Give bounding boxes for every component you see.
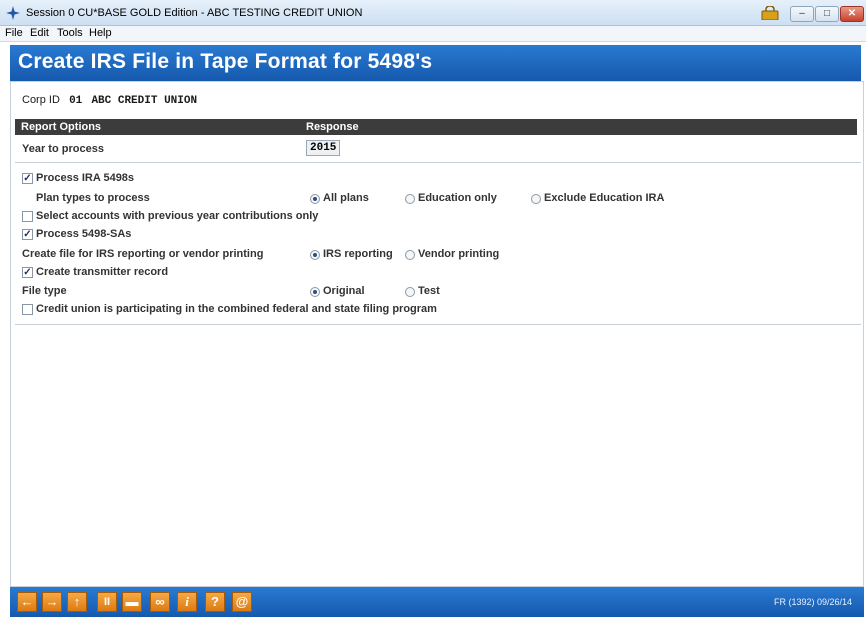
page-header: Create IRS File in Tape Format for 5498'…	[10, 45, 861, 81]
at-icon[interactable]: @	[232, 592, 252, 612]
pause-icon[interactable]: II	[97, 592, 117, 612]
page-title: Create IRS File in Tape Format for 5498'…	[18, 50, 433, 73]
menu-tools[interactable]: Tools	[57, 27, 83, 39]
plan-education-label: Education only	[418, 192, 497, 204]
process-ira-checkbox[interactable]: ✓	[22, 173, 33, 184]
process-ira-label: Process IRA 5498s	[36, 172, 135, 184]
up-icon[interactable]: ↑	[67, 592, 87, 612]
combined-filing-label: Credit union is participating in the com…	[36, 303, 437, 315]
divider	[15, 162, 861, 163]
response-header: Response	[306, 121, 359, 133]
plan-exclude-radio[interactable]	[531, 194, 541, 204]
original-label: Original	[323, 285, 365, 297]
corp-info: Corp ID 01 ABC CREDIT UNION	[22, 94, 197, 107]
minimize-button[interactable]: –	[790, 6, 814, 22]
process-sa-label: Process 5498-SAs	[36, 228, 132, 240]
plan-types-label: Plan types to process	[36, 192, 150, 204]
content-frame	[10, 81, 864, 587]
info-icon[interactable]: i	[177, 592, 197, 612]
screen-code: FR (1392) 09/26/14	[773, 597, 852, 607]
test-label: Test	[418, 285, 440, 297]
process-sa-checkbox[interactable]: ✓	[22, 229, 33, 240]
prev-year-checkbox[interactable]	[22, 211, 33, 222]
lock-icon[interactable]	[760, 6, 780, 20]
window-title: Session 0 CU*BASE GOLD Edition - ABC TES…	[26, 7, 363, 19]
transmitter-checkbox[interactable]: ✓	[22, 267, 33, 278]
maximize-button[interactable]: □	[815, 6, 839, 22]
transmitter-label: Create transmitter record	[36, 266, 169, 278]
vendor-printing-label: Vendor printing	[418, 248, 500, 260]
plan-all-radio[interactable]	[310, 194, 320, 204]
menu-file[interactable]: File	[5, 27, 23, 39]
close-button[interactable]: ✕	[840, 6, 864, 22]
original-radio[interactable]	[310, 287, 320, 297]
options-table-header: Report Options Response	[15, 119, 857, 135]
menu-help[interactable]: Help	[89, 27, 112, 39]
back-icon[interactable]: ←	[17, 592, 37, 612]
file-type-label: File type	[22, 285, 67, 297]
menu-bar: File Edit Tools Help	[0, 26, 866, 42]
vendor-printing-radio[interactable]	[405, 250, 415, 260]
corp-name: ABC CREDIT UNION	[91, 95, 198, 107]
menu-edit[interactable]: Edit	[30, 27, 49, 39]
file-for-label: Create file for IRS reporting or vendor …	[22, 248, 264, 260]
window-titlebar: Session 0 CU*BASE GOLD Edition - ABC TES…	[0, 0, 866, 26]
corp-id-label: Corp ID	[22, 94, 60, 106]
app-icon	[6, 6, 20, 20]
bottom-toolbar: ← → ↑ II ▬ ∞ i ? @ FR (1392) 09/26/14	[10, 587, 864, 617]
test-radio[interactable]	[405, 287, 415, 297]
plan-education-radio[interactable]	[405, 194, 415, 204]
prev-year-label: Select accounts with previous year contr…	[36, 210, 319, 222]
irs-reporting-radio[interactable]	[310, 250, 320, 260]
divider	[15, 324, 861, 325]
irs-reporting-label: IRS reporting	[323, 248, 393, 260]
report-options-header: Report Options	[21, 121, 102, 133]
year-input[interactable]: 2015	[306, 140, 340, 156]
plan-exclude-label: Exclude Education IRA	[544, 192, 665, 204]
link-icon[interactable]: ∞	[150, 592, 170, 612]
print-icon[interactable]: ▬	[122, 592, 142, 612]
year-label: Year to process	[22, 143, 104, 155]
combined-filing-checkbox[interactable]	[22, 304, 33, 315]
plan-all-label: All plans	[323, 192, 369, 204]
corp-id-value: 01	[69, 95, 83, 107]
help-icon[interactable]: ?	[205, 592, 225, 612]
forward-icon[interactable]: →	[42, 592, 62, 612]
